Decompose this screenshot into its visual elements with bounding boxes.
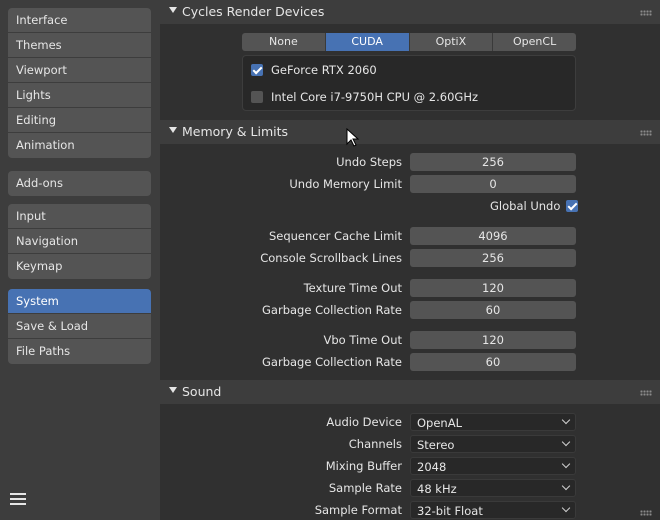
sidebar-item-keymap[interactable]: Keymap (8, 254, 151, 279)
chevron-down-icon (561, 437, 571, 447)
undo-steps-field[interactable]: 256 (410, 153, 576, 171)
preferences-sidebar: Interface Themes Viewport Lights Editing… (0, 0, 160, 520)
audio-device-row: Audio Device OpenAL (160, 413, 660, 431)
memory-panel-header[interactable]: Memory & Limits (160, 120, 660, 144)
device-row-cpu[interactable]: Intel Core i7-9750H CPU @ 2.60GHz (251, 88, 478, 106)
texture-timeout-label: Texture Time Out (303, 281, 402, 295)
sidebar-item-input[interactable]: Input (8, 204, 151, 229)
mixing-buffer-row: Mixing Buffer 2048 (160, 457, 660, 475)
console-lines-field[interactable]: 256 (410, 249, 576, 267)
tab-opencl[interactable]: OpenCL (493, 33, 576, 51)
channels-label: Channels (348, 437, 402, 451)
audio-device-dropdown[interactable]: OpenAL (410, 413, 576, 431)
undo-steps-row: Undo Steps 256 (160, 153, 660, 171)
sidebar-item-animation[interactable]: Animation (8, 133, 151, 158)
preferences-main: Cycles Render Devices None CUDA OptiX Op… (160, 0, 660, 520)
grip-icon[interactable] (640, 130, 652, 136)
console-lines-row: Console Scrollback Lines 256 (160, 249, 660, 267)
sample-format-dropdown[interactable]: 32-bit Float (410, 501, 576, 519)
undo-steps-label: Undo Steps (336, 155, 402, 169)
vbo-gc-field[interactable]: 60 (410, 353, 576, 371)
device-list: GeForce RTX 2060 Intel Core i7-9750H CPU… (242, 55, 576, 111)
audio-device-label: Audio Device (326, 415, 402, 429)
texture-timeout-field[interactable]: 120 (410, 279, 576, 297)
chevron-down-icon (561, 481, 571, 491)
hamburger-icon[interactable] (10, 493, 26, 507)
global-undo-label: Global Undo (490, 199, 561, 213)
nav-group-system: System Save & Load File Paths (8, 289, 151, 364)
sidebar-item-lights[interactable]: Lights (8, 83, 151, 108)
nav-group-input: Input Navigation Keymap (8, 204, 151, 279)
mouse-cursor-icon (346, 128, 360, 147)
cycles-panel-header[interactable]: Cycles Render Devices (160, 0, 660, 24)
vbo-timeout-label: Vbo Time Out (323, 333, 402, 347)
compute-device-selector: None CUDA OptiX OpenCL (242, 33, 576, 51)
sample-format-value: 32-bit Float (417, 504, 483, 518)
sidebar-item-interface[interactable]: Interface (8, 8, 151, 33)
undo-memory-field[interactable]: 0 (410, 175, 576, 193)
sample-format-row: Sample Format 32-bit Float (160, 501, 660, 519)
vbo-timeout-row: Vbo Time Out 120 (160, 331, 660, 349)
checkbox-checked-icon[interactable] (251, 63, 263, 76)
chevron-down-icon (561, 415, 571, 425)
device-row-gpu[interactable]: GeForce RTX 2060 (251, 61, 377, 79)
sidebar-item-addons[interactable]: Add-ons (8, 171, 151, 196)
sound-panel-title: Sound (182, 384, 222, 399)
device-label-cpu: Intel Core i7-9750H CPU @ 2.60GHz (271, 90, 479, 104)
nav-group-ui: Interface Themes Viewport Lights Editing… (8, 8, 151, 158)
vbo-gc-row: Garbage Collection Rate 60 (160, 353, 660, 371)
sidebar-item-navigation[interactable]: Navigation (8, 229, 151, 254)
sidebar-item-editing[interactable]: Editing (8, 108, 151, 133)
sidebar-item-themes[interactable]: Themes (8, 33, 151, 58)
sample-format-label: Sample Format (314, 503, 402, 517)
triangle-down-icon (169, 387, 177, 393)
audio-device-value: OpenAL (417, 416, 462, 430)
seq-cache-label: Sequencer Cache Limit (268, 229, 402, 243)
console-lines-label: Console Scrollback Lines (260, 251, 402, 265)
texture-gc-field[interactable]: 60 (410, 301, 576, 319)
sample-rate-dropdown[interactable]: 48 kHz (410, 479, 576, 497)
channels-row: Channels Stereo (160, 435, 660, 453)
texture-gc-label: Garbage Collection Rate (262, 303, 402, 317)
sample-rate-label: Sample Rate (328, 481, 402, 495)
seq-cache-row: Sequencer Cache Limit 4096 (160, 227, 660, 245)
texture-timeout-row: Texture Time Out 120 (160, 279, 660, 297)
chevron-down-icon (561, 503, 571, 513)
grip-icon[interactable] (640, 510, 652, 516)
tab-cuda[interactable]: CUDA (325, 33, 410, 51)
mixing-buffer-label: Mixing Buffer (325, 459, 402, 473)
undo-memory-row: Undo Memory Limit 0 (160, 175, 660, 193)
triangle-down-icon (169, 7, 177, 13)
checkbox-checked-icon[interactable] (566, 199, 579, 212)
sidebar-item-save-load[interactable]: Save & Load (8, 314, 151, 339)
grip-icon[interactable] (640, 390, 652, 396)
sound-panel-header[interactable]: Sound (160, 380, 660, 404)
undo-memory-label: Undo Memory Limit (289, 177, 402, 191)
vbo-gc-label: Garbage Collection Rate (262, 355, 402, 369)
sample-rate-row: Sample Rate 48 kHz (160, 479, 660, 497)
sample-rate-value: 48 kHz (417, 482, 457, 496)
nav-group-addons: Add-ons (8, 171, 151, 196)
channels-dropdown[interactable]: Stereo (410, 435, 576, 453)
channels-value: Stereo (417, 438, 455, 452)
memory-panel-title: Memory & Limits (182, 124, 289, 139)
global-undo-toggle[interactable]: Global Undo (490, 199, 579, 213)
cycles-panel-title: Cycles Render Devices (182, 4, 325, 19)
mixing-buffer-dropdown[interactable]: 2048 (410, 457, 576, 475)
tab-optix[interactable]: OptiX (409, 33, 494, 51)
seq-cache-field[interactable]: 4096 (410, 227, 576, 245)
mixing-buffer-value: 2048 (417, 460, 447, 474)
texture-gc-row: Garbage Collection Rate 60 (160, 301, 660, 319)
sidebar-item-system[interactable]: System (8, 289, 151, 314)
grip-icon[interactable] (640, 10, 652, 16)
device-label-gpu: GeForce RTX 2060 (271, 63, 377, 77)
sidebar-item-viewport[interactable]: Viewport (8, 58, 151, 83)
checkbox-unchecked-icon[interactable] (251, 90, 263, 103)
triangle-down-icon (169, 127, 177, 133)
vbo-timeout-field[interactable]: 120 (410, 331, 576, 349)
sidebar-item-file-paths[interactable]: File Paths (8, 339, 151, 364)
chevron-down-icon (561, 459, 571, 469)
tab-none[interactable]: None (242, 33, 326, 51)
